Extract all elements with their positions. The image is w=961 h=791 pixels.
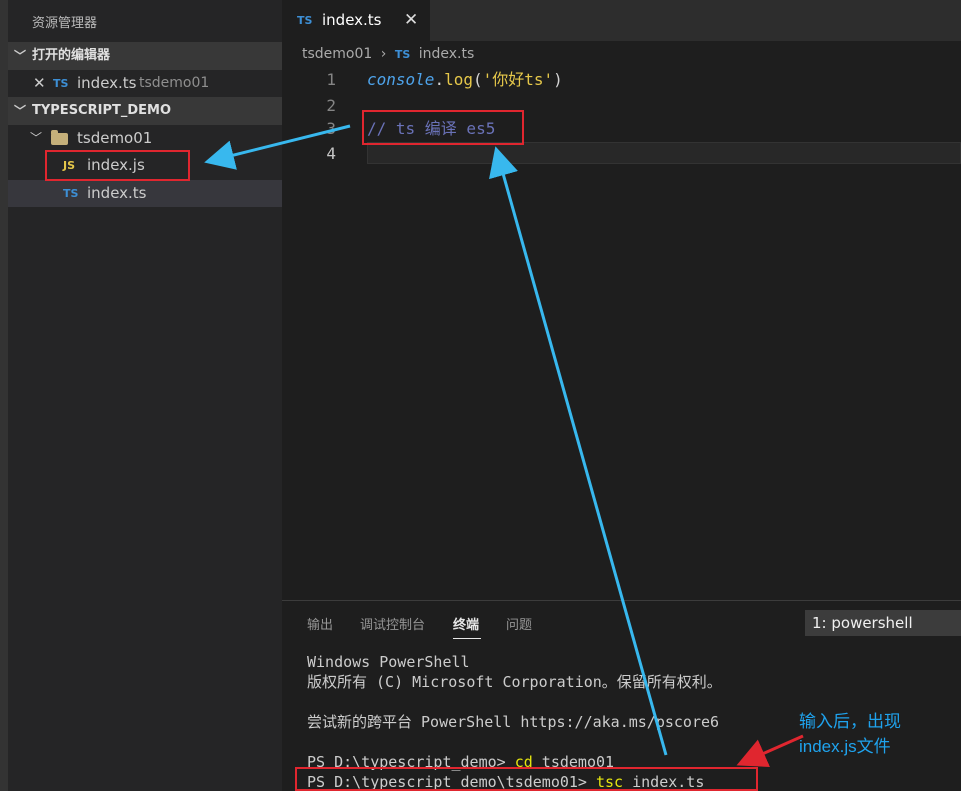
close-icon[interactable]: ✕: [404, 0, 418, 41]
workspace-header[interactable]: ﹀ TYPESCRIPT_DEMO: [8, 97, 282, 125]
terminal-shell-select[interactable]: 1: powershell: [805, 610, 961, 636]
vscode-window: 资源管理器 ﹀ 打开的编辑器 ✕ TS index.ts tsdemo01 ﹀ …: [0, 0, 961, 791]
tab-index-ts[interactable]: TS index.ts ✕: [282, 0, 430, 41]
editor-tab-bar: TS index.ts ✕: [282, 0, 961, 41]
tab-label: index.ts: [322, 11, 382, 29]
code-paren-close: ): [553, 70, 563, 89]
terminal-line: Windows PowerShell: [307, 653, 470, 671]
chevron-right-icon: ›: [380, 46, 387, 62]
folder-name: tsdemo01: [77, 129, 153, 147]
chevron-down-icon: ﹀: [14, 49, 27, 63]
explorer-sidebar: 资源管理器 ﹀ 打开的编辑器 ✕ TS index.ts tsdemo01 ﹀ …: [0, 0, 282, 791]
open-editors-header[interactable]: ﹀ 打开的编辑器: [8, 42, 282, 70]
current-line-highlight: [367, 142, 961, 164]
highlight-box-tsc-command: [295, 767, 758, 791]
typescript-file-icon: TS: [63, 187, 79, 200]
line-number: 2: [326, 96, 336, 115]
bottom-panel: 输出 调试控制台 终端 问题 1: powershell Windows Pow…: [282, 600, 961, 791]
open-editors-label: 打开的编辑器: [32, 48, 111, 63]
tab-terminal[interactable]: 终端: [453, 614, 479, 633]
terminal-line: 版权所有 (C) Microsoft Corporation。保留所有权利。: [307, 673, 722, 691]
open-editor-folder: tsdemo01: [139, 75, 210, 91]
typescript-file-icon: TS: [394, 48, 411, 61]
code-content: console.log('你好ts'): [367, 68, 563, 92]
workspace-label: TYPESCRIPT_DEMO: [32, 103, 171, 118]
typescript-file-icon: TS: [53, 77, 69, 90]
code-string: '你好ts': [482, 70, 554, 89]
breadcrumb: tsdemo01 › TS index.ts: [302, 46, 478, 62]
line-number: 1: [326, 70, 336, 89]
folder-open-icon: [51, 130, 68, 145]
highlight-box-comment: [362, 110, 524, 145]
breadcrumb-folder[interactable]: tsdemo01: [302, 46, 372, 62]
file-item-index-ts[interactable]: TS index.ts: [8, 180, 282, 207]
tab-output[interactable]: 输出: [307, 614, 333, 633]
code-method: log: [444, 70, 473, 89]
open-editor-filename: index.ts: [77, 74, 137, 92]
annotation-note: 输入后，出现 index.js文件: [799, 709, 901, 759]
line-number: 4: [326, 144, 336, 163]
close-icon[interactable]: ✕: [33, 70, 46, 97]
chevron-down-icon: ﹀: [30, 131, 43, 145]
active-tab-indicator: [453, 638, 481, 639]
annotation-note-line: 输入后，出现: [799, 712, 901, 731]
folder-tsdemo01[interactable]: ﹀ tsdemo01: [8, 125, 282, 152]
code-paren-open: (: [472, 70, 483, 89]
line-number: 3: [326, 119, 336, 138]
code-line[interactable]: 1 console.log('你好ts'): [282, 68, 961, 92]
code-object: console: [367, 70, 435, 89]
highlight-box-index-js: [45, 150, 190, 181]
activity-bar: [0, 0, 8, 791]
code-line-current[interactable]: 4: [282, 142, 961, 166]
breadcrumb-file[interactable]: index.ts: [419, 46, 475, 62]
tab-problems[interactable]: 问题: [506, 614, 532, 633]
chevron-down-icon: ﹀: [14, 104, 27, 118]
code-dot: .: [434, 70, 445, 89]
open-editor-item[interactable]: ✕ TS index.ts tsdemo01: [8, 70, 282, 97]
code-editor[interactable]: 1 console.log('你好ts') 2 3 // ts 编译 es5 4: [282, 68, 961, 600]
tab-debug-console[interactable]: 调试控制台: [360, 614, 425, 633]
typescript-file-icon: TS: [297, 14, 313, 27]
explorer-title: 资源管理器: [32, 16, 98, 31]
annotation-note-line: index.js文件: [799, 737, 891, 756]
file-name: index.ts: [87, 184, 147, 202]
